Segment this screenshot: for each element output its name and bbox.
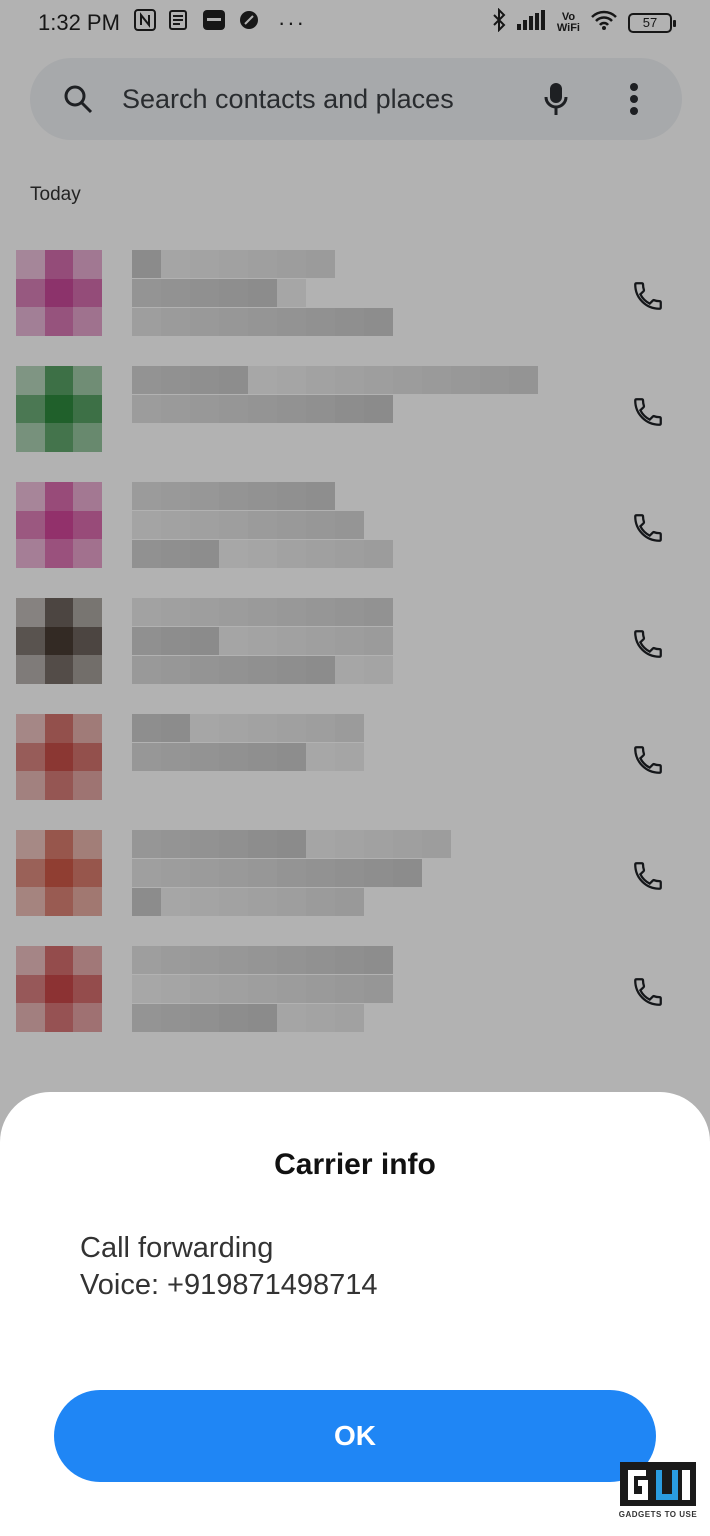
ok-button[interactable]: OK [54, 1390, 656, 1482]
dialog-line-voice: Voice: +919871498714 [80, 1269, 378, 1301]
watermark-logo: GADGETS TO USE [616, 1458, 700, 1524]
carrier-info-dialog: Carrier info Call forwarding Voice: +919… [0, 1092, 710, 1536]
phone-screen: 1:32 PM ··· Vo WiFi 57 Search contacts a… [0, 0, 710, 1536]
watermark-text: GADGETS TO USE [618, 1510, 698, 1519]
dialog-title: Carrier info [274, 1148, 436, 1181]
dialog-body: Call forwarding Voice: +919871498714 [80, 1230, 378, 1304]
dialog-line-call-forwarding: Call forwarding [80, 1232, 274, 1264]
